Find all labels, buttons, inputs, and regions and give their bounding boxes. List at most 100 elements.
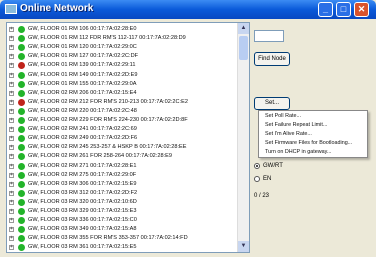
status-dot-icon <box>18 71 25 79</box>
list-item[interactable]: + GW, FLOOR 01 RM 139 00:17:7A:02:29:11 <box>7 61 239 70</box>
set-context-menu: Set Poll Rate... Set Failure Repeat Limit… <box>258 110 368 158</box>
status-dot-icon <box>18 235 25 243</box>
radio-unselected-icon[interactable] <box>254 176 260 182</box>
menu-item[interactable]: Set I'm Alive Rate... <box>265 130 312 138</box>
radio-en[interactable]: EN <box>254 175 304 184</box>
expand-icon[interactable]: + <box>9 54 14 60</box>
list-item[interactable]: + GW, FLOOR 02 RM 249 00:17:7A:02:2D:F6 <box>7 134 239 143</box>
list-item[interactable]: + GW, FLOOR 02 RM 245 253-257 & HSKP B 00… <box>7 143 239 152</box>
node-label: GW, FLOOR 03 RM 355 FOR RM'S 353-357 00:… <box>28 235 188 242</box>
scroll-thumb[interactable] <box>239 36 248 60</box>
window-title: Online Network <box>20 3 94 14</box>
node-search-field[interactable] <box>254 30 284 42</box>
expand-icon[interactable]: + <box>9 127 14 133</box>
list-item[interactable]: + GW, FLOOR 02 RM 271 00:17:7A:02:28:E1 <box>7 162 239 171</box>
expand-icon[interactable]: + <box>9 199 14 205</box>
status-dot-icon <box>18 35 25 43</box>
list-item[interactable]: + GW, FLOOR 03 RM 336 00:17:7A:02:15:C0 <box>7 216 239 225</box>
scroll-up-arrow-icon[interactable]: ▲ <box>238 23 249 34</box>
radio-label: GW/RT <box>263 163 283 169</box>
menu-item[interactable]: Set Firmware Files for Bootloading... <box>265 139 352 147</box>
expand-icon[interactable]: + <box>9 45 14 51</box>
list-item[interactable]: + GW, FLOOR 02 RM 229 FOR RM'S 224-230 00… <box>7 116 239 125</box>
scroll-down-arrow-icon[interactable]: ▼ <box>238 241 249 252</box>
list-item[interactable]: + GW, FLOOR 02 RM 206 00:17:7A:02:15:E4 <box>7 89 239 98</box>
menu-item[interactable]: Set Failure Repeat Limit... <box>265 121 327 129</box>
node-label: GW, FLOOR 01 RM 127 00:17:7A:02:2C:DF <box>28 53 139 60</box>
expand-icon[interactable]: + <box>9 181 14 187</box>
close-button[interactable]: ✕ <box>354 2 369 17</box>
status-dot-icon <box>18 226 25 234</box>
list-item[interactable]: + GW, FLOOR 02 RM 261 FOR 258-264 00:17:7… <box>7 152 239 161</box>
minimize-button[interactable]: _ <box>318 2 333 17</box>
status-dot-icon <box>18 244 25 252</box>
node-list[interactable]: + GW, FLOOR 03 RM 361 00:17:7A:02:15:E5 + G… <box>6 22 250 253</box>
vertical-scrollbar[interactable]: ▲ ▼ <box>237 23 249 252</box>
expand-icon[interactable]: + <box>9 145 14 151</box>
node-label: GW, FLOOR 01 RM 112 FDR RM'S 112-117 00:… <box>28 35 186 42</box>
maximize-button[interactable]: □ <box>336 2 351 17</box>
title-bar[interactable]: Online Network _ □ ✕ <box>0 0 376 19</box>
list-item[interactable]: + GW, FLOOR 02 RM 220 00:17:7A:02:2C:48 <box>7 107 239 116</box>
expand-icon[interactable]: + <box>9 90 14 96</box>
expand-icon[interactable]: + <box>9 118 14 123</box>
list-item[interactable]: + GW, FLOOR 01 RM 127 00:17:7A:02:2C:DF <box>7 52 239 61</box>
node-label: GW, FLOOR 03 RM 320 00:17:7A:02:10:6D <box>28 198 137 205</box>
expand-icon[interactable]: + <box>9 99 14 105</box>
node-label: GW, FLOOR 03 RM 361 00:17:7A:02:15:E5 <box>28 244 137 251</box>
list-item[interactable]: + GW, FLOOR 03 RM 312 00:17:7A:02:2D:F2 <box>7 189 239 198</box>
list-item[interactable]: + GW, FLOOR 02 RM 275 00:17:7A:02:29:0F <box>7 171 239 180</box>
expand-icon[interactable]: + <box>9 218 14 224</box>
expand-icon[interactable]: + <box>9 163 14 169</box>
node-label: GW, FLOOR 02 RM 229 FOR RM'S 224-230 00:… <box>28 117 188 123</box>
status-dot-icon <box>18 89 25 97</box>
status-dot-icon <box>18 62 25 70</box>
status-dot-icon <box>18 44 25 52</box>
expand-icon[interactable]: + <box>9 154 14 160</box>
menu-item[interactable]: Set Poll Rate... <box>265 112 301 120</box>
node-label: GW, FLOOR 02 RM 241 00:17:7A:02:2C:69 <box>28 126 137 133</box>
list-item[interactable]: + GW, FLOOR 03 RM 306 00:17:7A:02:15:E9 <box>7 180 239 189</box>
list-item[interactable]: + GW, FLOOR 03 RM 349 00:17:7A:02:15:A8 <box>7 225 239 234</box>
list-item[interactable]: + GW, FLOOR 03 RM 329 00:17:7A:02:15:E3 <box>7 207 239 216</box>
expand-icon[interactable]: + <box>9 190 14 196</box>
list-item[interactable]: + GW, FLOOR 01 RM 149 00:17:7A:02:2D:E9 <box>7 71 239 80</box>
node-count: 0 / 23 <box>254 193 270 199</box>
radio-selected-icon[interactable] <box>254 163 260 169</box>
status-dot-icon <box>18 144 25 152</box>
status-dot-icon <box>18 53 25 61</box>
expand-icon[interactable]: + <box>9 27 14 32</box>
status-dot-icon <box>18 162 25 170</box>
node-label: GW, FLOOR 02 RM 271 00:17:7A:02:28:E1 <box>28 162 137 169</box>
expand-icon[interactable]: + <box>9 63 14 69</box>
list-item[interactable]: + GW, FLOOR 03 RM 361 00:17:7A:02:15:E5 <box>7 243 239 252</box>
list-item[interactable]: + GW, FLOOR 02 RM 212 FOR RM'S 210-213 00… <box>7 98 239 107</box>
expand-icon[interactable]: + <box>9 136 14 142</box>
node-label: GW, FLOOR 01 RM 120 00:17:7A:02:29:0C <box>28 44 137 51</box>
radio-gw-rt[interactable]: GW/RT <box>254 162 304 171</box>
list-item[interactable]: + GW, FLOOR 01 RM 155 00:17:7A:02:29:0A <box>7 80 239 89</box>
expand-icon[interactable]: + <box>9 209 14 214</box>
expand-icon[interactable]: + <box>9 108 14 114</box>
expand-icon[interactable]: + <box>9 227 14 233</box>
expand-icon[interactable]: + <box>9 72 14 78</box>
expand-icon[interactable]: + <box>9 245 14 251</box>
node-label: GW, FLOOR 03 RM 336 00:17:7A:02:15:C0 <box>28 217 137 224</box>
node-label: GW, FLOOR 02 RM 220 00:17:7A:02:2C:48 <box>28 107 137 114</box>
expand-icon[interactable]: + <box>9 36 14 42</box>
set-button[interactable]: Set... <box>254 97 290 110</box>
node-label: GW, FLOOR 01 RM 106 00:17:7A:02:28:E0 <box>28 26 137 32</box>
list-item[interactable]: + GW, FLOOR 01 RM 120 00:17:7A:02:29:0C <box>7 43 239 52</box>
menu-item[interactable]: Turn on DHCP in gateway... <box>265 148 331 156</box>
node-label: GW, FLOOR 01 RM 139 00:17:7A:02:29:11 <box>28 62 136 69</box>
list-item[interactable]: + GW, FLOOR 02 RM 241 00:17:7A:02:2C:69 <box>7 125 239 134</box>
status-dot-icon <box>18 107 25 115</box>
list-item[interactable]: + GW, FLOOR 01 RM 112 FDR RM'S 112-117 00… <box>7 34 239 43</box>
expand-icon[interactable]: + <box>9 236 14 242</box>
find-node-button[interactable]: Find Node <box>254 52 290 66</box>
expand-icon[interactable]: + <box>9 172 14 178</box>
list-item[interactable]: + GW, FLOOR 01 RM 106 00:17:7A:02:28:E0 <box>7 25 239 34</box>
list-item[interactable]: + GW, FLOOR 03 RM 320 00:17:7A:02:10:6D <box>7 198 239 207</box>
list-item[interactable]: + GW, FLOOR 03 RM 355 FOR RM'S 353-357 00… <box>7 234 239 243</box>
expand-icon[interactable]: + <box>9 81 14 87</box>
